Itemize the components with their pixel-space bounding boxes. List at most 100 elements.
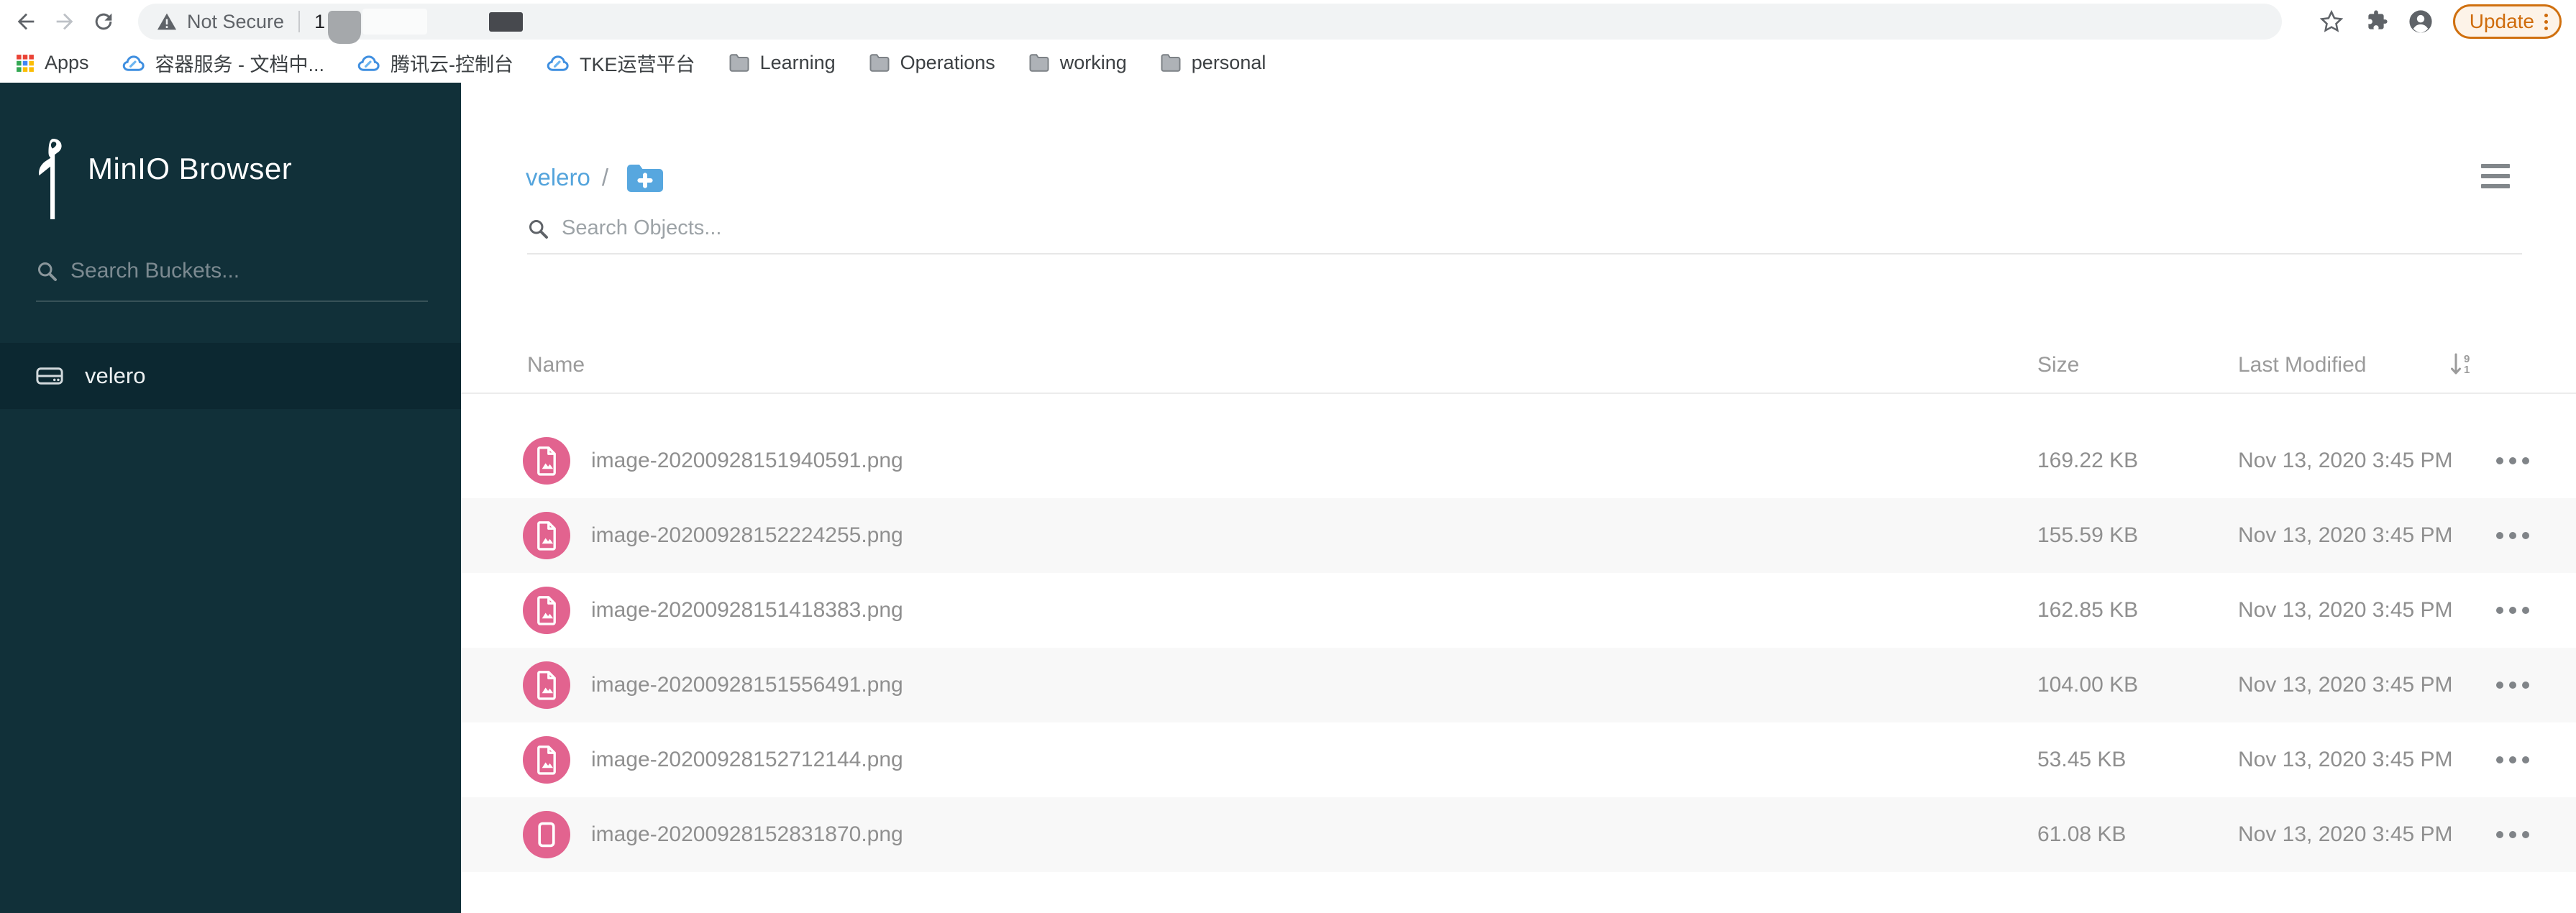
image-file-icon xyxy=(537,745,556,775)
object-type-icon xyxy=(523,736,570,784)
object-size: 53.45 KB xyxy=(2037,748,2127,771)
table-row[interactable]: image-20200928151556491.png 104.00 KB No… xyxy=(461,648,2576,722)
object-modified: Nov 13, 2020 3:45 PM xyxy=(2238,449,2453,472)
table-row[interactable]: image-20200928152831870.png 61.08 KB Nov… xyxy=(461,797,2576,872)
url-redaction-block xyxy=(328,11,362,44)
chrome-update-button[interactable]: Update xyxy=(2452,4,2562,39)
object-size: 169.22 KB xyxy=(2037,449,2139,472)
url-redaction-block xyxy=(489,12,524,32)
object-type-icon xyxy=(523,587,570,634)
bookmark-icon xyxy=(547,54,570,73)
puzzle-icon xyxy=(2368,10,2388,29)
table-row[interactable]: image-20200928151418383.png 162.85 KB No… xyxy=(461,573,2576,648)
url-text: 1 xyxy=(314,10,326,32)
bookmarks-bar: Apps 容器服务 - 文档中... 腾讯云-控制台 TKE运营平台 Learn… xyxy=(0,43,2576,83)
cloud-icon xyxy=(547,55,569,71)
bookmark-label: Operations xyxy=(900,52,995,73)
image-file-icon xyxy=(537,446,556,476)
bookmark-item[interactable]: TKE运营平台 xyxy=(547,49,695,77)
bookmark-item[interactable]: Apps xyxy=(16,52,89,74)
object-size: 61.08 KB xyxy=(2037,822,2127,846)
column-header-size[interactable]: Size xyxy=(2037,353,2079,377)
cloud-icon xyxy=(357,55,380,71)
back-arrow-icon xyxy=(17,13,35,30)
object-actions-button[interactable] xyxy=(2496,797,2529,872)
object-size: 155.59 KB xyxy=(2037,523,2139,547)
sidebar: MinIO Browser velero xyxy=(0,83,461,913)
apps-grid-icon xyxy=(17,54,34,72)
back-button[interactable] xyxy=(12,7,40,36)
object-modified: Nov 13, 2020 3:45 PM xyxy=(2238,822,2453,846)
object-name: image-20200928152712144.png xyxy=(591,748,903,771)
object-name: image-20200928152831870.png xyxy=(591,822,903,846)
reload-icon xyxy=(95,13,112,30)
address-divider xyxy=(298,11,301,32)
main-content: velero / Name Size Last Modified xyxy=(461,83,2576,913)
table-row[interactable]: image-20200928152712144.png 53.45 KB Nov… xyxy=(461,722,2576,797)
update-label: Update xyxy=(2469,10,2534,32)
object-name: image-20200928152224255.png xyxy=(591,523,903,547)
bookmark-item[interactable]: Learning xyxy=(729,52,836,74)
breadcrumb-bucket-link[interactable]: velero xyxy=(526,164,590,191)
sidebar-toggle-button[interactable] xyxy=(2481,164,2510,188)
bookmark-icon xyxy=(16,54,35,73)
object-modified: Nov 13, 2020 3:45 PM xyxy=(2238,523,2453,547)
object-actions-button[interactable] xyxy=(2496,423,2529,498)
url-redaction-block xyxy=(362,9,428,35)
cloud-icon xyxy=(122,55,145,71)
folder-icon xyxy=(1029,54,1049,72)
extensions-button[interactable] xyxy=(2362,8,2390,35)
object-search-input[interactable] xyxy=(562,216,2522,240)
minio-bird-icon xyxy=(39,139,62,220)
bookmark-item[interactable]: 腾讯云-控制台 xyxy=(357,49,513,77)
object-modified: Nov 13, 2020 3:45 PM xyxy=(2238,598,2453,622)
bookmark-icon xyxy=(1160,54,1182,72)
bookmark-label: personal xyxy=(1191,52,1266,73)
bookmark-label: working xyxy=(1059,52,1127,73)
create-folder-button[interactable] xyxy=(626,162,664,193)
bookmark-item[interactable]: 容器服务 - 文档中... xyxy=(122,49,325,77)
forward-button[interactable] xyxy=(50,7,79,36)
bucket-search-input[interactable] xyxy=(70,259,428,283)
object-type-icon xyxy=(523,661,570,709)
bookmark-icon xyxy=(357,54,380,73)
bucket-drive-icon xyxy=(36,367,63,385)
object-name: image-20200928151556491.png xyxy=(591,673,903,697)
bucket-search xyxy=(36,259,428,302)
profile-button[interactable] xyxy=(2407,8,2434,35)
reload-button[interactable] xyxy=(89,7,118,36)
address-bar[interactable]: Not Secure 1 xyxy=(138,4,2282,44)
minio-logo: MinIO Browser xyxy=(36,139,292,222)
bookmark-icon xyxy=(729,54,750,72)
object-name: image-20200928151940591.png xyxy=(591,449,903,472)
bucket-name: velero xyxy=(85,363,146,388)
sidebar-bucket-item[interactable]: velero xyxy=(0,343,461,409)
bookmark-icon xyxy=(122,54,145,73)
bookmark-star-button[interactable] xyxy=(2318,8,2345,35)
column-header-name[interactable]: Name xyxy=(527,353,585,377)
object-type-icon xyxy=(523,437,570,485)
table-row[interactable]: image-20200928151940591.png 169.22 KB No… xyxy=(461,423,2576,498)
object-size: 162.85 KB xyxy=(2037,598,2139,622)
table-row[interactable]: image-20200928152224255.png 155.59 KB No… xyxy=(461,498,2576,573)
object-actions-button[interactable] xyxy=(2496,648,2529,722)
generic-file-icon xyxy=(538,822,555,848)
object-actions-button[interactable] xyxy=(2496,498,2529,573)
bookmark-icon xyxy=(1028,54,1050,72)
breadcrumb-separator: / xyxy=(601,164,609,191)
table-header: Name Size Last Modified 91 xyxy=(461,353,2576,394)
object-type-icon xyxy=(523,512,570,559)
column-header-modified[interactable]: Last Modified xyxy=(2238,353,2366,377)
sort-numeric-desc-icon[interactable]: 91 xyxy=(2450,353,2470,376)
chrome-menu-kebab-icon[interactable] xyxy=(2544,13,2548,30)
bookmark-item[interactable]: personal xyxy=(1160,52,1266,74)
object-actions-button[interactable] xyxy=(2496,722,2529,797)
object-actions-button[interactable] xyxy=(2496,573,2529,648)
not-secure-label: Not Secure xyxy=(187,10,285,32)
not-secure-warning-icon xyxy=(157,13,177,30)
folder-icon xyxy=(729,54,749,72)
bookmark-item[interactable]: working xyxy=(1028,52,1127,74)
forward-arrow-icon xyxy=(56,13,73,30)
bookmark-label: 容器服务 - 文档中... xyxy=(155,54,325,75)
bookmark-item[interactable]: Operations xyxy=(869,52,995,74)
